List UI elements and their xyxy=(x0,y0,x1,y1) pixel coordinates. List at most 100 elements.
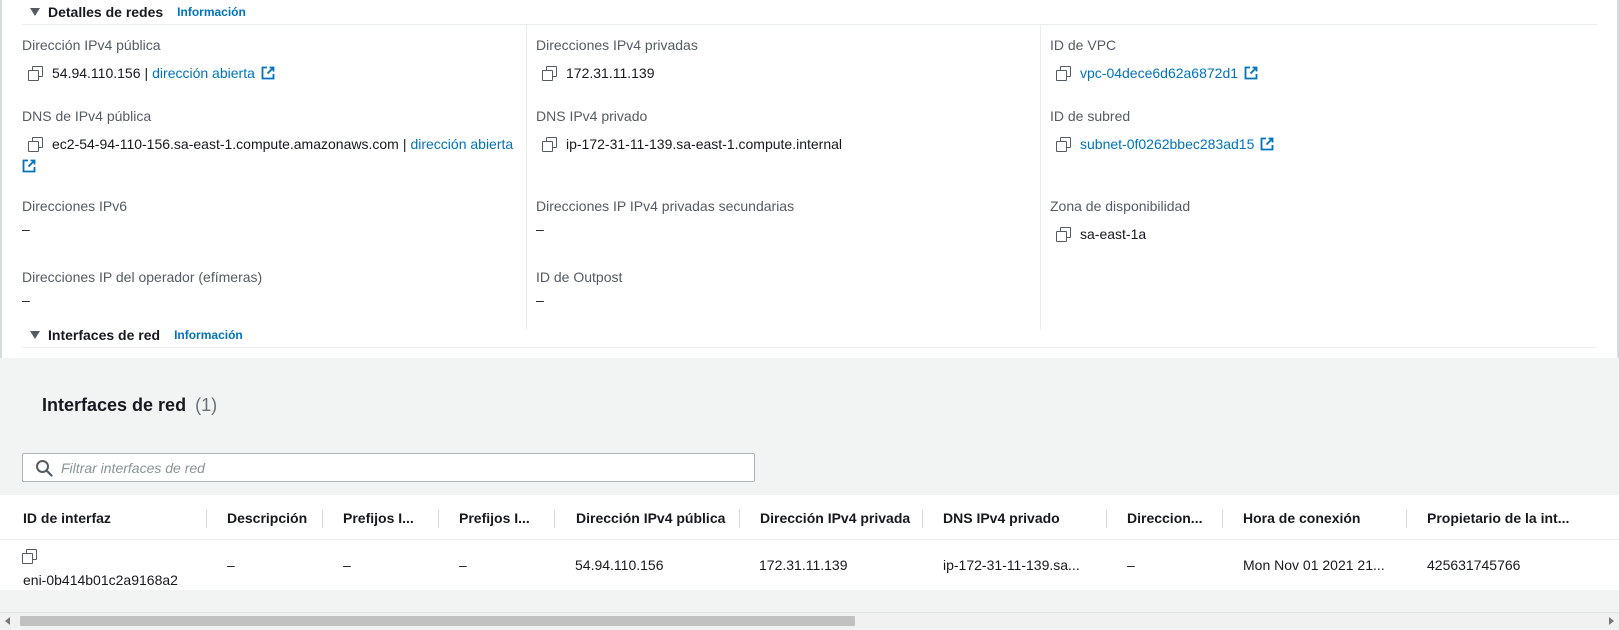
az-value: sa-east-1a xyxy=(1080,226,1147,242)
addresses-cell: – xyxy=(1127,557,1135,573)
scroll-left-arrow-icon[interactable] xyxy=(5,617,10,625)
copy-icon[interactable] xyxy=(542,66,557,81)
public-ipv4-label: Dirección IPv4 pública xyxy=(22,37,161,53)
column-header[interactable]: ID de interfaz xyxy=(23,495,203,540)
network-interfaces-header[interactable]: Interfaces de red Información xyxy=(22,323,243,347)
outpost-field: ID de Outpost – xyxy=(536,268,1036,308)
subnet-field: ID de subred subnet-0f0262bbec283ad15 xyxy=(1050,107,1590,152)
copy-icon[interactable] xyxy=(1056,227,1071,242)
secondary-ip-field: Direcciones IP IPv4 privadas secundarias… xyxy=(536,197,1036,237)
public-ipv4-cell: 54.94.110.156 xyxy=(575,557,664,573)
column-header[interactable]: Prefijos I... xyxy=(343,495,438,540)
vpc-label: ID de VPC xyxy=(1050,37,1117,53)
private-ipv4-cell: 172.31.11.139 xyxy=(759,557,848,573)
column-divider xyxy=(526,25,527,330)
prefix-cell: – xyxy=(459,557,467,573)
interfaces-table: ID de interfaz Descripción Prefijos I...… xyxy=(0,495,1619,590)
filter-interfaces-input[interactable] xyxy=(61,459,661,476)
separator: | xyxy=(144,65,149,81)
external-link-icon[interactable] xyxy=(22,159,36,173)
public-ipv4-field: Dirección IPv4 pública 54.94.110.156 | d… xyxy=(22,36,522,81)
public-dns-value: ec2-54-94-110-156.sa-east-1.compute.amaz… xyxy=(52,136,399,152)
attach-time-cell: Mon Nov 01 2021 21... xyxy=(1243,557,1385,573)
column-divider xyxy=(1040,25,1041,330)
scrollbar-thumb[interactable] xyxy=(20,616,855,626)
public-dns-label: DNS de IPv4 pública xyxy=(22,108,152,124)
column-header[interactable]: Prefijos I... xyxy=(459,495,554,540)
external-link-icon[interactable] xyxy=(1244,66,1258,80)
carrier-ip-value: – xyxy=(22,292,30,308)
external-link-icon[interactable] xyxy=(261,66,275,80)
subnet-label: ID de subred xyxy=(1050,108,1131,124)
private-dns-value: ip-172-31-11-139.sa-east-1.compute.inter… xyxy=(566,136,843,152)
copy-icon[interactable] xyxy=(1056,137,1071,152)
outpost-label: ID de Outpost xyxy=(536,269,623,285)
open-address-link[interactable]: dirección abierta xyxy=(410,135,513,153)
private-dns-cell: ip-172-31-11-139.sa... xyxy=(943,557,1080,573)
table-header-row: ID de interfaz Descripción Prefijos I...… xyxy=(0,495,1619,540)
column-resizer[interactable] xyxy=(206,509,207,528)
interfaces-panel-title: Interfaces de red (1) xyxy=(42,395,217,416)
filter-box[interactable] xyxy=(22,453,755,482)
private-dns-label: DNS IPv4 privado xyxy=(536,108,648,124)
column-resizer[interactable] xyxy=(922,509,923,528)
public-ipv4-value: 54.94.110.156 xyxy=(52,65,141,81)
ipv6-field: Direcciones IPv6 – xyxy=(22,197,522,237)
copy-icon[interactable] xyxy=(1056,66,1071,81)
az-field: Zona de disponibilidad sa-east-1a xyxy=(1050,197,1590,242)
column-resizer[interactable] xyxy=(1222,509,1223,528)
divider xyxy=(22,24,1597,25)
private-ipv4-field: Direcciones IPv4 privadas 172.31.11.139 xyxy=(536,36,1036,81)
private-ipv4-label: Direcciones IPv4 privadas xyxy=(536,37,698,53)
column-resizer[interactable] xyxy=(554,509,555,528)
ipv6-label: Direcciones IPv6 xyxy=(22,198,128,214)
interface-id-link[interactable]: eni-0b414b01c2a9168a2 xyxy=(23,571,203,589)
column-header[interactable]: Propietario de la int... xyxy=(1427,495,1595,540)
network-details-header[interactable]: Detalles de redes Información xyxy=(22,0,246,24)
column-resizer[interactable] xyxy=(438,509,439,528)
prefix-cell: – xyxy=(343,557,351,573)
outpost-value: – xyxy=(536,292,544,308)
column-resizer[interactable] xyxy=(739,509,740,528)
network-interfaces-info-link[interactable]: Información xyxy=(174,328,243,342)
column-header[interactable]: Dirección IPv4 privada xyxy=(760,495,920,540)
network-details-info-link[interactable]: Información xyxy=(177,5,246,19)
network-interfaces-title: Interfaces de red xyxy=(48,327,161,343)
private-ipv4-value: 172.31.11.139 xyxy=(566,65,655,81)
carrier-ip-label: Direcciones IP del operador (efímeras) xyxy=(22,269,263,285)
network-details-title: Detalles de redes xyxy=(48,4,164,20)
column-resizer[interactable] xyxy=(322,509,323,528)
copy-icon[interactable] xyxy=(542,137,557,152)
column-header[interactable]: Hora de conexión xyxy=(1243,495,1385,540)
column-resizer[interactable] xyxy=(1106,509,1107,528)
separator: | xyxy=(402,136,407,152)
az-label: Zona de disponibilidad xyxy=(1050,198,1191,214)
carrier-ip-field: Direcciones IP del operador (efímeras) – xyxy=(22,268,522,308)
subnet-link[interactable]: subnet-0f0262bbec283ad15 xyxy=(1080,135,1254,153)
secondary-ip-value: – xyxy=(536,221,544,237)
column-header[interactable]: DNS IPv4 privado xyxy=(943,495,1103,540)
open-address-link[interactable]: dirección abierta xyxy=(152,64,255,82)
scroll-right-arrow-icon[interactable] xyxy=(1609,617,1614,625)
owner-cell: 425631745766 xyxy=(1427,557,1521,573)
secondary-ip-label: Direcciones IP IPv4 privadas secundarias xyxy=(536,198,795,214)
external-link-icon[interactable] xyxy=(1260,137,1274,151)
interfaces-count: (1) xyxy=(195,395,218,415)
column-header[interactable]: Descripción xyxy=(227,495,327,540)
interfaces-panel-heading: Interfaces de red xyxy=(42,395,187,415)
copy-icon[interactable] xyxy=(22,549,37,564)
column-header[interactable]: Dirección IPv4 pública xyxy=(576,495,736,540)
public-dns-field: DNS de IPv4 pública ec2-54-94-110-156.sa… xyxy=(22,107,522,173)
search-icon xyxy=(35,459,53,477)
vpc-link[interactable]: vpc-04dece6d62a6872d1 xyxy=(1080,64,1238,82)
horizontal-scrollbar[interactable] xyxy=(0,612,1619,628)
column-header[interactable]: Direccion... xyxy=(1127,495,1223,540)
divider xyxy=(22,347,1597,348)
column-resizer[interactable] xyxy=(1406,509,1407,528)
copy-icon[interactable] xyxy=(28,137,43,152)
caret-down-icon[interactable] xyxy=(30,331,40,339)
description-cell: – xyxy=(227,557,235,573)
ipv6-value: – xyxy=(22,221,30,237)
caret-down-icon[interactable] xyxy=(30,8,40,16)
copy-icon[interactable] xyxy=(28,66,43,81)
